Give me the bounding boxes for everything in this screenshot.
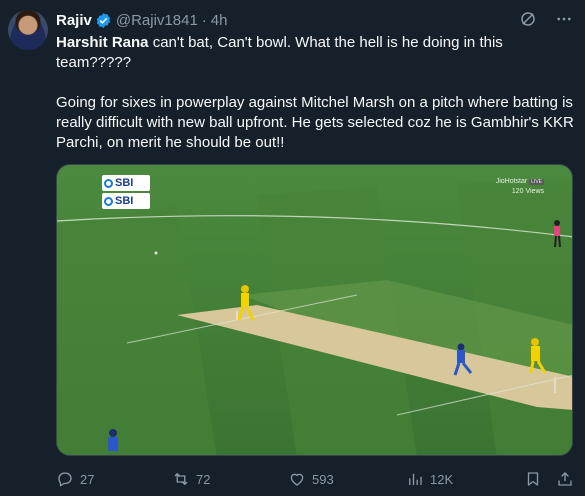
tweet-actions: 27 72 593 12K	[56, 468, 574, 490]
tweet-text: Harshit Rana can't bat, Can't bowl. What…	[56, 33, 576, 173]
reply-button[interactable]: 27	[56, 470, 94, 488]
views-button[interactable]: 12K	[406, 470, 453, 488]
video-player[interactable]: SBI SBI JioHotstar LIVE 120 Views	[56, 164, 573, 456]
sbi-logo-top: SBI	[102, 175, 150, 191]
fielder-figure	[108, 429, 118, 451]
views-chart-icon	[409, 473, 422, 485]
sponsor-logo: SBI SBI	[102, 175, 150, 209]
repost-icon	[174, 472, 188, 486]
heart-icon	[290, 473, 304, 486]
repost-button[interactable]: 72	[172, 470, 210, 488]
verified-badge-icon	[96, 12, 111, 28]
watermark-views: 120 Views	[511, 188, 544, 195]
grok-icon[interactable]	[519, 10, 537, 28]
post-time[interactable]: 4h	[211, 12, 228, 29]
mentioned-player: Harshit Rana	[56, 34, 149, 51]
reply-count: 27	[80, 471, 95, 487]
author-name[interactable]: Rajiv	[56, 12, 92, 29]
author-handle[interactable]: @Rajiv1841	[116, 12, 198, 29]
share-button[interactable]	[556, 470, 574, 488]
share-icon	[558, 472, 572, 486]
views-count: 12K	[430, 471, 454, 487]
bookmark-button[interactable]	[524, 470, 542, 488]
tweet-paragraph-1: Harshit Rana can't bat, Can't bowl. What…	[56, 33, 576, 73]
tweet-header: Rajiv @Rajiv1841 · 4h	[56, 10, 577, 30]
avatar[interactable]	[8, 10, 48, 50]
tweet-paragraph-2: Going for sixes in powerplay against Mit…	[56, 94, 574, 151]
separator-dot: ·	[201, 11, 207, 29]
reply-icon	[58, 472, 72, 487]
like-count: 593	[312, 471, 334, 487]
watermark-title: JioHotstar	[495, 178, 528, 185]
watermark-live-badge: LIVE	[529, 179, 544, 185]
sbi-logo-bottom: SBI	[102, 193, 150, 209]
broadcast-watermark: JioHotstar LIVE 120 Views	[496, 177, 544, 196]
bookmark-icon	[527, 472, 539, 486]
like-button[interactable]: 593	[288, 470, 334, 488]
tweet[interactable]: Rajiv @Rajiv1841 · 4h Harshit Rana can't…	[0, 0, 585, 496]
more-options-icon[interactable]	[555, 10, 573, 28]
repost-count: 72	[196, 471, 211, 487]
